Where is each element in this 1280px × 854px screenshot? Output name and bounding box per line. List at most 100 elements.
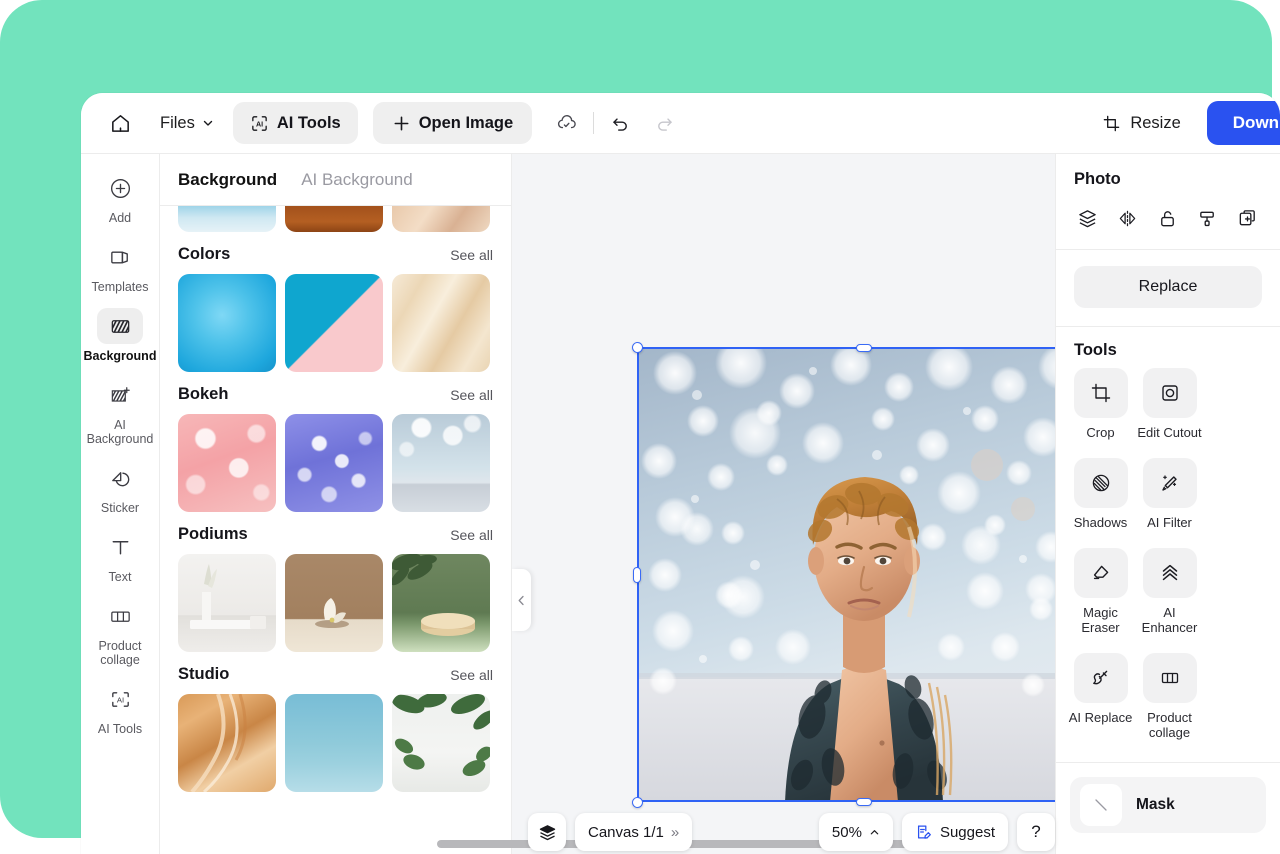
zoom-control[interactable]: 50% — [818, 813, 893, 851]
beige-silk-thumb[interactable] — [392, 206, 490, 232]
blue-studio-thumb[interactable] — [285, 694, 383, 792]
suggest-label: Suggest — [939, 823, 995, 841]
ai-enhancer-icon — [1142, 548, 1197, 598]
resize-button[interactable]: Resize — [1092, 106, 1190, 141]
canvas-label: Canvas 1/1 — [588, 823, 664, 841]
purple-bokeh-thumb[interactable] — [285, 414, 383, 512]
tool-label: Shadows — [1073, 515, 1128, 530]
sidebar-item-ai-background[interactable]: AI Background — [85, 371, 155, 452]
white-room-podium-thumb[interactable] — [178, 554, 276, 652]
palm-leaf-studio-thumb[interactable] — [392, 694, 490, 792]
silver-bokeh-podium-thumb[interactable] — [392, 414, 490, 512]
section-title: Colors — [178, 245, 231, 263]
section-title: Studio — [178, 665, 230, 683]
ai-bracket-icon: AI — [250, 114, 269, 133]
undo-button[interactable] — [603, 106, 637, 140]
sidebar-item-label: AI Tools — [97, 722, 143, 736]
sidebar-item-ai-tools[interactable]: AI AI Tools — [85, 675, 155, 742]
handle-bottom-left[interactable] — [632, 797, 643, 808]
pink-bokeh-thumb[interactable] — [178, 414, 276, 512]
layers-icon — [538, 823, 557, 842]
tool-edit-cutout[interactable]: Edit Cutout — [1135, 360, 1204, 450]
files-menu[interactable]: Files — [156, 108, 218, 139]
water-ripple-thumb[interactable] — [178, 206, 276, 232]
sticker-icon — [97, 460, 143, 496]
library-scroll-body: Colors See all Bokeh See all Podiums See… — [160, 206, 511, 854]
suggest-button[interactable]: Suggest — [901, 813, 1008, 851]
handle-top-center[interactable] — [856, 344, 872, 352]
tab-ai-background[interactable]: AI Background — [301, 170, 413, 190]
tool-ai-enhancer[interactable]: AI Enhancer — [1135, 540, 1204, 645]
sidebar-item-label: Add — [108, 211, 132, 225]
home-button[interactable] — [101, 104, 139, 142]
blue-radial-swatch[interactable] — [178, 274, 276, 372]
sidebar-item-product-collage[interactable]: Product collage — [85, 592, 155, 673]
photo-panel-title: Photo — [1074, 170, 1121, 188]
sidebar-item-templates[interactable]: Templates — [85, 233, 155, 300]
download-button[interactable]: Download — [1206, 101, 1280, 145]
tab-background[interactable]: Background — [178, 170, 277, 190]
sidebar-item-background[interactable]: Background — [84, 302, 156, 369]
svg-text:AI: AI — [116, 695, 123, 704]
tool-ai-filter[interactable]: AI Filter — [1135, 450, 1204, 540]
unlock-button[interactable] — [1150, 201, 1184, 235]
sidebar-item-sticker[interactable]: Sticker — [85, 454, 155, 521]
section-header-studio: Studio See all — [178, 652, 493, 694]
tool-label: AI Enhancer — [1141, 605, 1198, 635]
tools-grid: Crop Edit Cutout Shadows AI Filter Magic… — [1056, 360, 1280, 750]
sidebar-item-label: Templates — [91, 280, 149, 294]
replace-button[interactable]: Replace — [1074, 266, 1262, 308]
thumb-row-studio — [178, 694, 493, 792]
tool-crop[interactable]: Crop — [1066, 360, 1135, 450]
photo-properties-panel: Photo Replace Tools Crop Edit Cutout Sha… — [1055, 154, 1280, 854]
canvas-selector[interactable]: Canvas 1/1 » — [575, 813, 693, 851]
tool-shadows[interactable]: Shadows — [1066, 450, 1135, 540]
sidebar-item-add[interactable]: Add — [85, 164, 155, 231]
cream-silk-swatch[interactable] — [392, 274, 490, 372]
sidebar-item-text[interactable]: Text — [85, 523, 155, 590]
tool-magic-eraser[interactable]: Magic Eraser — [1066, 540, 1135, 645]
teal-pink-diagonal-swatch[interactable] — [285, 274, 383, 372]
tool-product-collage[interactable]: Product collage — [1135, 645, 1204, 750]
ai-replace-icon — [1073, 653, 1128, 703]
product-collage-icon — [1142, 653, 1197, 703]
replace-label: Replace — [1138, 278, 1198, 295]
see-all-bokeh[interactable]: See all — [450, 387, 493, 403]
see-all-colors[interactable]: See all — [450, 247, 493, 263]
layers-button[interactable] — [1070, 201, 1104, 235]
see-all-studio[interactable]: See all — [450, 667, 493, 683]
tool-label: AI Filter — [1147, 515, 1192, 530]
mask-button[interactable]: Mask — [1070, 777, 1266, 833]
cloud-check-icon — [556, 112, 578, 134]
open-image-button[interactable]: Open Image — [372, 102, 533, 144]
canvas-area[interactable] — [512, 154, 1055, 854]
ai-tools-button[interactable]: AI AI Tools — [232, 102, 358, 144]
section-title: Bokeh — [178, 385, 229, 403]
cloud-save-button[interactable] — [550, 106, 584, 140]
download-label: Download — [1232, 113, 1280, 132]
redo-button[interactable] — [647, 106, 681, 140]
tools-title: Tools — [1074, 341, 1117, 359]
flip-horizontal-button[interactable] — [1110, 201, 1144, 235]
see-all-podiums[interactable]: See all — [450, 527, 493, 543]
orange-silk-studio-thumb[interactable] — [178, 694, 276, 792]
brown-gradient-thumb[interactable] — [285, 206, 383, 232]
duplicate-icon — [1237, 208, 1258, 229]
section-header-colors: Colors See all — [178, 232, 493, 274]
paint-roller-button[interactable] — [1190, 201, 1224, 235]
handle-top-left[interactable] — [632, 342, 643, 353]
ai-background-icon — [97, 377, 143, 413]
tan-flower-podium-thumb[interactable] — [285, 554, 383, 652]
artboard[interactable] — [637, 347, 1055, 802]
duplicate-button[interactable] — [1230, 201, 1264, 235]
green-wood-podium-thumb[interactable] — [392, 554, 490, 652]
handle-middle-left[interactable] — [633, 567, 641, 583]
collapse-library-button[interactable] — [512, 569, 531, 631]
app-root: Files AI AI Tools Open Image Resize Down… — [0, 0, 1280, 854]
tool-ai-replace[interactable]: AI Replace — [1066, 645, 1135, 750]
crop-icon — [1073, 368, 1128, 418]
layers-button[interactable] — [528, 813, 566, 851]
help-button[interactable]: ? — [1017, 813, 1055, 851]
tool-label: AI Replace — [1068, 710, 1133, 725]
handle-bottom-center[interactable] — [856, 798, 872, 806]
